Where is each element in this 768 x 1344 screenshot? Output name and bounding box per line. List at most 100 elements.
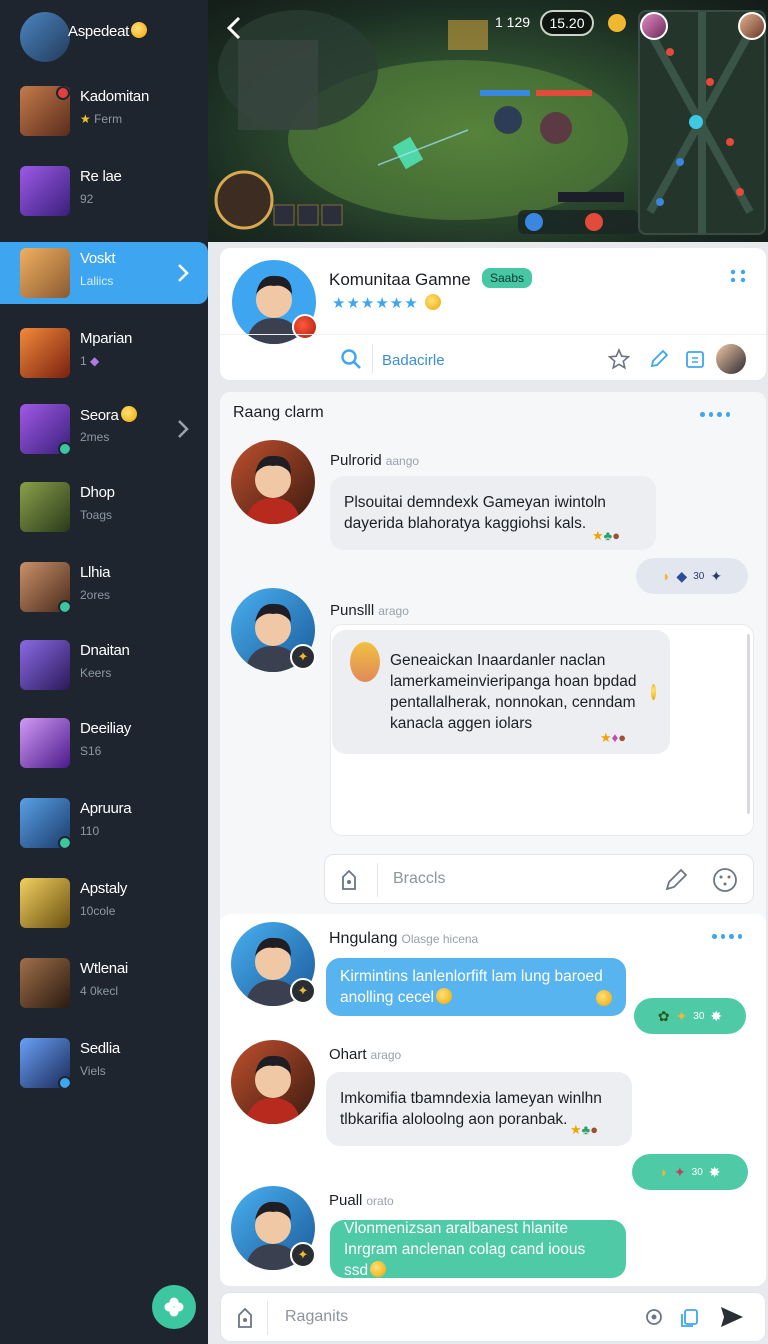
sidebar-item-11[interactable]: Apstaly 10cole: [0, 872, 208, 934]
leaf-icon: ✿: [657, 1007, 670, 1024]
sidebar-item-7[interactable]: Llhia 2ores: [0, 556, 208, 618]
smile-icon: [651, 684, 656, 700]
more-options-icon[interactable]: [712, 934, 742, 942]
sidebar-item-sub: Laliics: [80, 274, 114, 288]
sidebar-item-5[interactable]: Seora 2mes: [0, 398, 208, 460]
kebab-menu-icon: [730, 269, 746, 283]
sparkle-icon: ✸: [710, 1007, 723, 1024]
sidebar-item-sub: Viels: [80, 1064, 106, 1078]
sidebar-item-label: Kadomitan: [80, 88, 150, 105]
search-icon[interactable]: [340, 348, 362, 370]
sidebar-item-8[interactable]: Dnaitan Keers: [0, 634, 208, 696]
online-badge: [58, 442, 70, 454]
attachment-icon[interactable]: [339, 869, 359, 891]
chevron-right-icon: [178, 264, 189, 282]
sender-avatar[interactable]: [231, 440, 315, 524]
sidebar-item-9[interactable]: Deeiliay S16: [0, 712, 208, 774]
sidebar-item-sub: 4 0kecl: [80, 984, 119, 998]
opponent-avatar[interactable]: [738, 12, 766, 40]
sidebar-item-1[interactable]: Kadomitan ★ Ferm: [0, 80, 208, 142]
send-icon[interactable]: [719, 1305, 745, 1329]
player-avatar[interactable]: [640, 12, 668, 40]
message-input[interactable]: Braccls: [393, 870, 445, 888]
sidebar-item-4[interactable]: Mparian 1 ◆: [0, 322, 208, 384]
chat-panel-1: Raang clarm Pulrorid aango Plsouitai demn…: [220, 392, 766, 992]
sidebar-item-label: Aspedeat: [68, 22, 147, 40]
sidebar-item-0[interactable]: Aspedeat: [0, 0, 208, 62]
sidebar-item-6[interactable]: Dhop Toags: [0, 476, 208, 538]
smile-icon: [120, 406, 137, 422]
smile-icon: [596, 990, 612, 1006]
sidebar-item-sub: 92: [80, 192, 94, 206]
scrollbar[interactable]: [747, 634, 750, 814]
search-input[interactable]: Badacirle: [382, 352, 445, 369]
sidebar-item-label: Dnaitan: [80, 642, 130, 659]
avatar: [20, 482, 70, 532]
more-options-icon[interactable]: [700, 412, 730, 420]
edit-icon[interactable]: [648, 348, 670, 370]
message-bubble: Kirmintins lanlenlorfift lam lung baroed…: [326, 958, 626, 1016]
online-badge: [58, 600, 70, 612]
copy-icon[interactable]: [679, 1306, 701, 1328]
badge-icon: ◆: [676, 567, 688, 584]
avatar: [20, 878, 70, 928]
gear-icon[interactable]: [643, 1306, 665, 1328]
avatar: [20, 1038, 70, 1088]
reaction-chip[interactable]: ◗ ◆ 30 ✦: [636, 558, 748, 594]
rank-badge-icon: ✦: [290, 644, 316, 670]
sidebar-item-sub: Toags: [80, 508, 113, 522]
message-input[interactable]: Raganits: [285, 1308, 348, 1326]
sidebar-item-2[interactable]: Re lae 92: [0, 160, 208, 222]
sidebar-item-sub: S16: [80, 744, 102, 758]
avatar: [20, 404, 70, 454]
sidebar-item-label: Wtlenai: [80, 960, 128, 977]
sidebar-item-sub: 110: [80, 824, 100, 838]
sidebar-item-label: Seora: [80, 406, 137, 424]
sidebar: Aspedeat Kadomitan ★ Ferm Re lae 92 Vosk…: [0, 0, 208, 1344]
add-button[interactable]: [152, 1285, 196, 1329]
sidebar-item-3[interactable]: Voskt Laliics: [0, 242, 208, 304]
attachment-icon[interactable]: [235, 1307, 255, 1329]
reaction-chip[interactable]: ✿ ✦ 30 ✸: [634, 998, 746, 1034]
minimap[interactable]: [638, 10, 766, 235]
badge-icon: ✦: [673, 1163, 686, 1180]
member-avatar[interactable]: [716, 344, 746, 374]
pen-icon[interactable]: [663, 867, 689, 893]
sparkle-icon: ✸: [708, 1163, 721, 1180]
game-view[interactable]: 1 129 15.20: [208, 0, 768, 242]
online-badge: [58, 836, 70, 848]
sidebar-item-label: Llhia: [80, 564, 111, 581]
more-menu-button[interactable]: [728, 266, 748, 290]
sidebar-item-sub: 10cole: [80, 904, 116, 918]
back-icon[interactable]: [222, 14, 246, 42]
banana-icon: ◗: [661, 568, 671, 584]
sidebar-item-label: Voskt: [80, 250, 116, 267]
sidebar-item-10[interactable]: Apruura 110: [0, 792, 208, 854]
message-bubble: Vlonmenizsan aralbanest hlanite Inrgram …: [330, 1220, 626, 1279]
sender-name: Ohart arago: [329, 1046, 402, 1063]
calendar-icon[interactable]: [684, 348, 706, 370]
banana-icon: ◗: [659, 1164, 668, 1180]
rank-badge-icon: ✦: [290, 1242, 316, 1268]
sidebar-item-label: Dhop: [80, 484, 115, 501]
sidebar-item-label: Mparian: [80, 330, 133, 347]
emoji-icon[interactable]: [711, 866, 739, 894]
score-text: 1 129: [495, 14, 531, 30]
avatar: [20, 640, 70, 690]
sidebar-item-13[interactable]: Sedlia Viels: [0, 1032, 208, 1094]
avatar: [20, 958, 70, 1008]
sender-name: Punslll arago: [330, 602, 409, 619]
smile-icon: [424, 294, 441, 310]
sidebar-item-label: Apruura: [80, 800, 132, 817]
rating-stars: ★★★★★★: [332, 294, 441, 312]
star-icon[interactable]: [608, 348, 630, 370]
sender-avatar[interactable]: [231, 1040, 315, 1124]
community-name: Komunitaa Gamne: [329, 270, 471, 289]
sender-name: Pulrorid aango: [330, 452, 420, 469]
sidebar-item-12[interactable]: Wtlenai 4 0kecl: [0, 952, 208, 1014]
reaction-chip[interactable]: ◗ ✦ 30 ✸: [632, 1154, 748, 1190]
reaction-icons: ★♣●: [592, 528, 621, 543]
avatar: [20, 166, 70, 216]
sidebar-item-label: Deeiliay: [80, 720, 131, 737]
notification-badge: [56, 86, 70, 100]
